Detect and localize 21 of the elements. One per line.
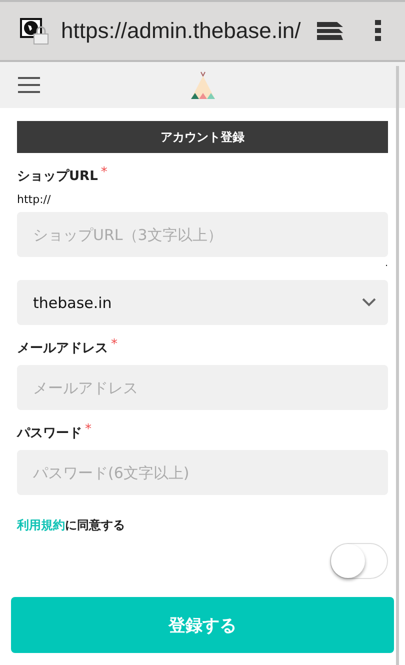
more-icon[interactable] <box>375 20 381 42</box>
required-mark: * <box>100 167 108 179</box>
chevron-down-icon <box>362 298 376 307</box>
url-prefix: http:// <box>17 193 51 206</box>
required-mark: * <box>85 424 92 436</box>
form-title: アカウント登録 <box>17 121 388 153</box>
domain-select[interactable]: thebase.in <box>17 280 388 325</box>
input-field[interactable]: ショップURL（3文字以上） <box>17 212 388 257</box>
agree-toggle[interactable] <box>330 543 388 579</box>
tent-logo-icon[interactable] <box>190 70 216 100</box>
field-label: ショップURL <box>17 168 98 186</box>
input-field[interactable]: パスワード(6文字以上) <box>17 450 388 495</box>
menu-icon[interactable] <box>18 77 40 93</box>
dot-text: . <box>385 258 388 270</box>
tabs-icon[interactable] <box>317 22 345 40</box>
globe-lock-icon <box>19 16 51 46</box>
field-label: パスワード <box>17 425 82 443</box>
input-field[interactable]: メールアドレス <box>17 365 388 410</box>
terms-text: 利用規約に同意する <box>17 517 125 534</box>
required-mark: * <box>111 339 118 351</box>
field-label: メールアドレス <box>17 340 108 358</box>
